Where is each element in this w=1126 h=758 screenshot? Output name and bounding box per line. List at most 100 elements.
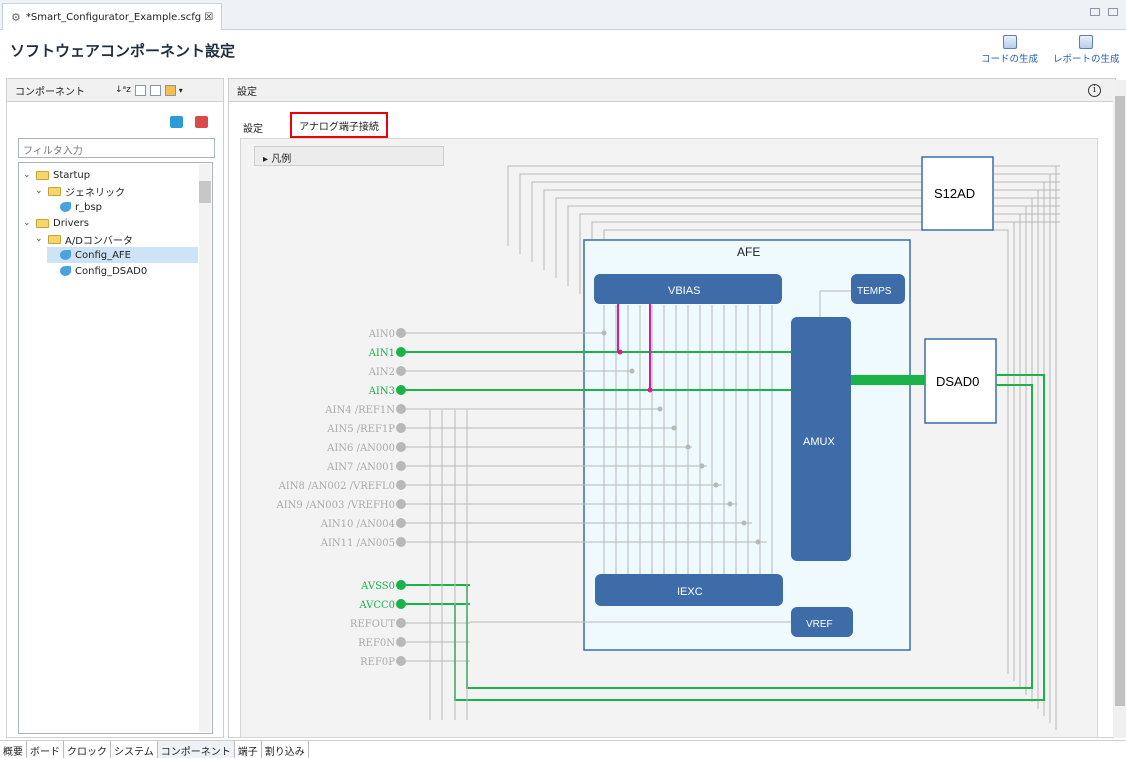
tree-item[interactable]: Config_AFE (47, 247, 198, 263)
tree-item-label: Config_DSAD0 (75, 265, 148, 277)
bottom-tab[interactable]: ボード (27, 741, 64, 758)
bottom-tab[interactable]: コンポーネント (157, 741, 235, 758)
junction-dot (629, 368, 635, 374)
add-component-icon[interactable] (170, 116, 183, 128)
junction-dot (727, 501, 733, 507)
bottom-tab[interactable]: 概要 (0, 741, 27, 758)
pin-dot (396, 347, 406, 357)
bottom-tab[interactable]: 端子 (235, 741, 262, 758)
ref-pin-dot (396, 637, 406, 647)
tree-item[interactable]: r_bsp (47, 199, 198, 215)
tab-analog-pin-connection[interactable]: アナログ端子接続 (290, 112, 388, 138)
tree-item-label: Drivers (53, 217, 89, 229)
junction-dot (657, 406, 663, 412)
ref-pin-label: AVCC0 (358, 600, 395, 611)
generate-report-icon (1079, 35, 1094, 49)
settings-pane-title: 設定 (237, 86, 257, 98)
tree-item-label: Config_AFE (75, 249, 131, 261)
tree-scrollbar[interactable] (199, 164, 211, 732)
generate-code-icon (1002, 35, 1017, 49)
generate-code-label: コードの生成 (981, 54, 1039, 65)
settings-pane-header: 設定 (228, 78, 1116, 102)
pin-label: AIN3 (368, 386, 395, 397)
pin-label: AIN9 /AN003 /VREFH0 (275, 500, 395, 511)
tree-scrollbar-thumb[interactable] (199, 181, 211, 203)
chevron-down-icon[interactable]: ⌄ (35, 234, 44, 244)
editor-tab-title: *Smart_Configurator_Example.scfg ☒ (25, 11, 214, 23)
filter-input[interactable]: フィルタ入力 (18, 138, 215, 158)
junction-dot (741, 520, 747, 526)
tree-item[interactable]: ⌄ Startup (23, 167, 198, 183)
remove-component-icon[interactable] (195, 116, 208, 128)
sort-icon[interactable]: ↓ᵃz (115, 85, 131, 95)
tree-item-label: Startup (53, 169, 91, 181)
tab-settings[interactable]: 設定 (243, 120, 263, 135)
pin-label: AIN8 /AN002 /VREFL0 (278, 481, 395, 492)
vref-label: VREF (806, 619, 833, 630)
pin-dot (396, 461, 406, 471)
gear-icon: ⚙ (11, 10, 21, 24)
bottom-tab[interactable]: クロック (64, 741, 111, 758)
ref-pin-dot (396, 599, 406, 609)
folder-icon (36, 218, 49, 228)
component-tree: ⌄ Startup ⌄ ジェネリック r_bsp ⌄ Drivers ⌄ A/Dコンバータ Con… (18, 162, 213, 734)
junction-dot (685, 444, 691, 450)
bottom-tab[interactable]: 割り込み (262, 741, 309, 758)
menu-dropdown-icon[interactable]: ▾ (179, 86, 183, 95)
chevron-down-icon[interactable]: ⌄ (35, 186, 44, 196)
collapse-all-icon[interactable] (134, 84, 146, 96)
junction-dot (713, 482, 719, 488)
pin-dot (396, 404, 406, 414)
maximize-icon[interactable] (1108, 8, 1118, 16)
tree-item[interactable]: Config_DSAD0 (47, 263, 198, 279)
link-icon[interactable] (164, 84, 176, 96)
component-pane-header: コンポーネント ↓ᵃz ▾ (6, 78, 224, 102)
generate-report-button[interactable]: レポートの生成 (1053, 35, 1120, 65)
tree-item[interactable]: ⌄ Drivers (23, 215, 198, 231)
component-icon (60, 250, 71, 260)
folder-icon (48, 234, 61, 244)
chevron-down-icon[interactable]: ⌄ (23, 218, 32, 228)
junction-dot (601, 330, 607, 336)
folder-icon (36, 170, 49, 180)
pin-dot (396, 480, 406, 490)
pin-label: AIN0 (368, 329, 395, 340)
pin-label: AIN1 (368, 348, 395, 359)
vbias-label: VBIAS (668, 285, 700, 297)
pin-dot (396, 385, 406, 395)
pin-dot (396, 442, 406, 452)
ref-pin-dot (396, 656, 406, 666)
tree-item-label: ジェネリック (65, 187, 125, 199)
expand-all-icon[interactable] (149, 84, 161, 96)
tree-item-label: A/Dコンバータ (65, 235, 133, 247)
minimize-icon[interactable] (1090, 8, 1100, 16)
editor-tab-bar: ⚙ *Smart_Configurator_Example.scfg ☒ (0, 0, 1126, 30)
pin-label: AIN2 (368, 367, 395, 378)
pin-dot (396, 366, 406, 376)
info-icon[interactable]: i (1088, 84, 1101, 97)
amux-dsad-bus (851, 375, 925, 385)
pin-label: AIN11 /AN005 (320, 538, 395, 549)
folder-icon (48, 186, 61, 196)
junction-dot (671, 425, 677, 431)
component-icon (60, 202, 71, 212)
bottom-tab[interactable]: システム (111, 741, 158, 758)
ref-pin-label: REFOUT (350, 619, 395, 630)
editor-tab[interactable]: ⚙ *Smart_Configurator_Example.scfg ☒ (2, 3, 223, 30)
settings-scrollbar-thumb[interactable] (1115, 96, 1125, 706)
junction-dot (755, 539, 761, 545)
generate-report-label: レポートの生成 (1053, 54, 1120, 65)
tree-item[interactable]: ⌄ ジェネリック (35, 183, 198, 199)
pin-dot (396, 518, 406, 528)
ref-pin-dot (396, 580, 406, 590)
tree-item[interactable]: ⌄ A/Dコンバータ (35, 231, 198, 247)
tree-item-label: r_bsp (75, 201, 103, 213)
ref-pin-dot (396, 618, 406, 628)
generate-code-button[interactable]: コードの生成 (981, 35, 1038, 65)
pin-label: AIN5 /REF1P (326, 424, 395, 435)
pin-label: AIN6 /AN000 (326, 443, 395, 454)
afe-label: AFE (737, 245, 760, 259)
chevron-down-icon[interactable]: ⌄ (23, 170, 32, 180)
pin-dot (396, 328, 406, 338)
ref-pin-label: REF0N (358, 638, 395, 649)
